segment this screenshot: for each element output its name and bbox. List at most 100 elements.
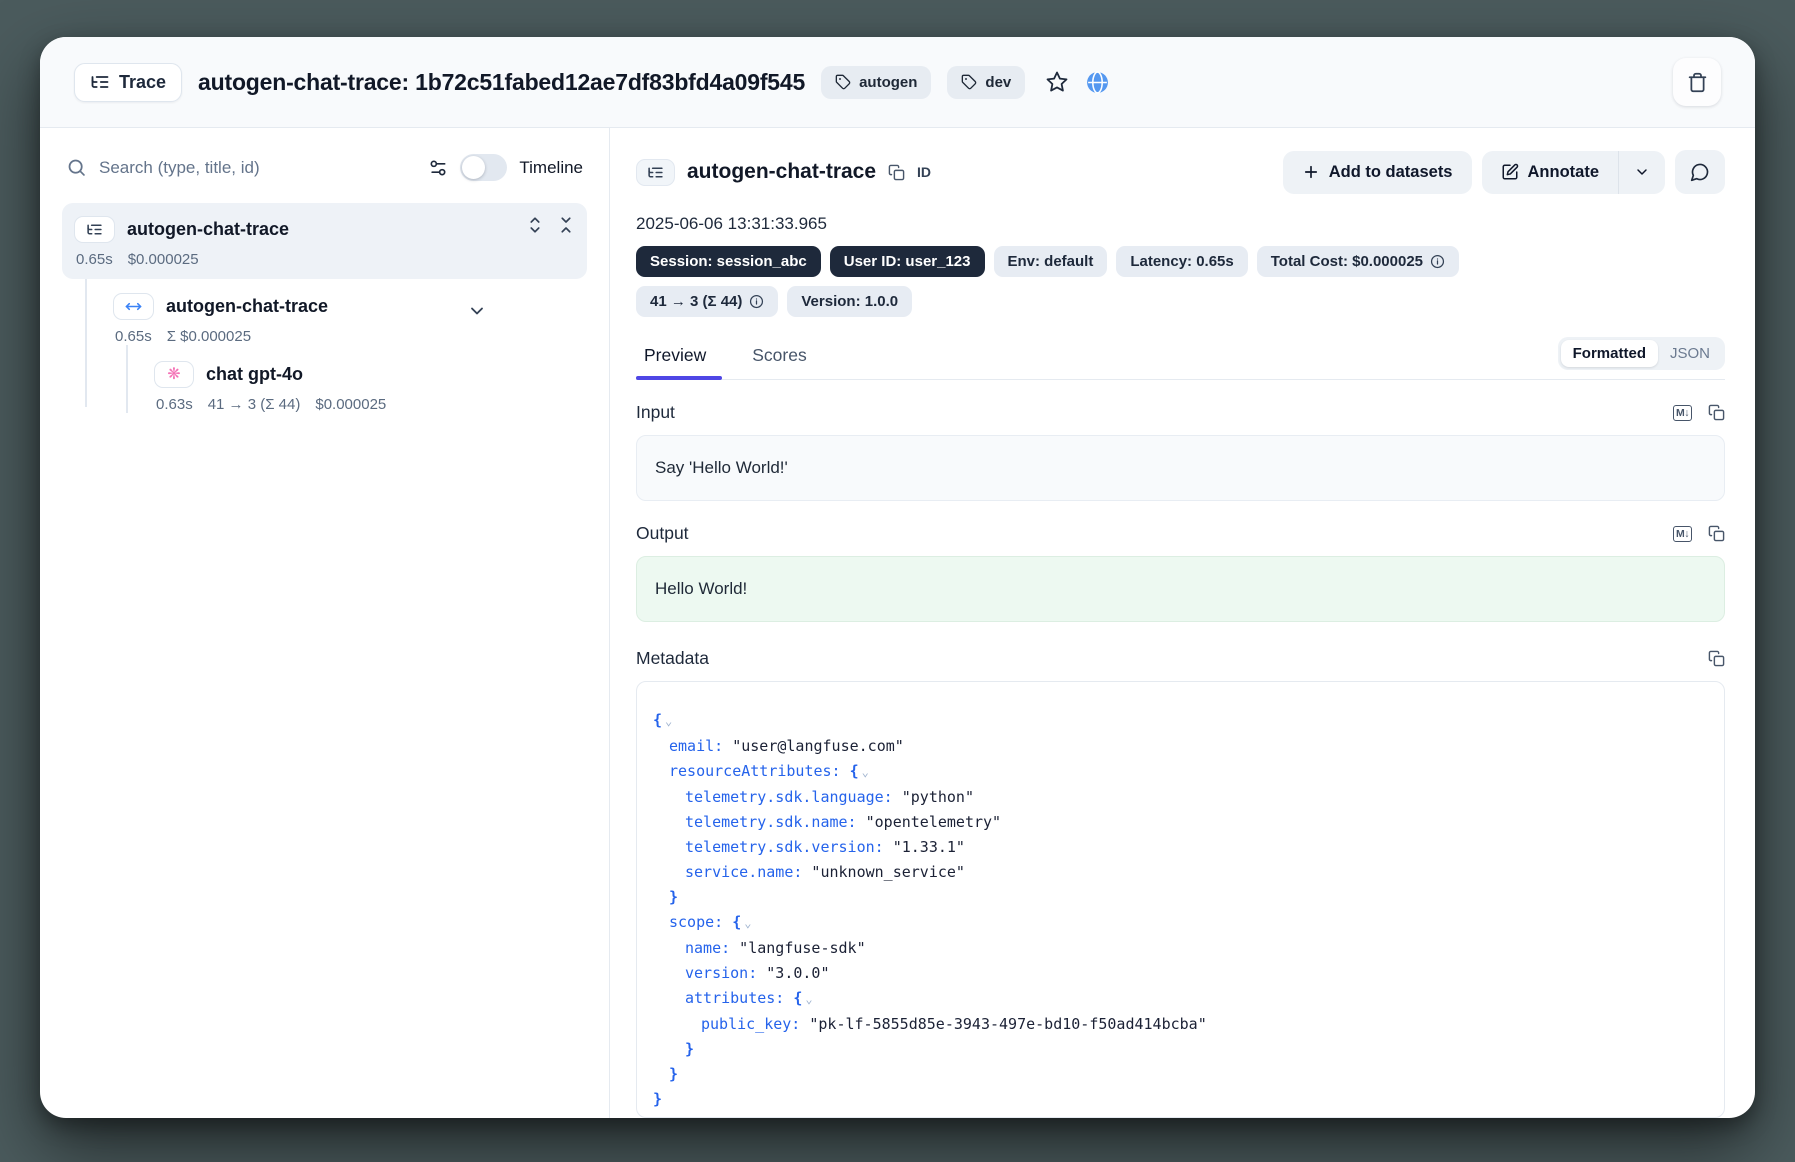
- node-duration: 0.63s: [156, 396, 193, 413]
- trace-timestamp: 2025-06-06 13:31:33.965: [636, 214, 1725, 234]
- chevron-down-icon[interactable]: [467, 301, 487, 321]
- collapse-chevron-icon[interactable]: ⌄: [805, 992, 812, 1006]
- info-icon[interactable]: [749, 294, 764, 309]
- node-cost: Σ $0.000025: [167, 328, 251, 345]
- annotate-split-button: Annotate: [1482, 151, 1666, 194]
- trace-type-badge: Trace: [74, 63, 182, 102]
- trace-detail-panel: autogen-chat-trace ID Add to datasets An…: [610, 128, 1755, 1118]
- list-tree-icon: [90, 72, 110, 92]
- collapse-all-icon[interactable]: [557, 216, 575, 234]
- json-brace: }: [669, 888, 678, 906]
- json-line: service.name: "unknown_service": [653, 860, 1708, 885]
- collapse-chevron-icon[interactable]: ⌄: [665, 714, 672, 728]
- json-line: telemetry.sdk.name: "opentelemetry": [653, 810, 1708, 835]
- format-json-option[interactable]: JSON: [1658, 340, 1722, 367]
- tree-node-span[interactable]: autogen-chat-trace 0.65s Σ $0.000025: [113, 293, 587, 413]
- json-line: scope: {⌄: [653, 910, 1708, 936]
- tag-icon: [961, 74, 977, 90]
- star-icon[interactable]: [1045, 70, 1069, 94]
- json-value: "python": [893, 788, 974, 806]
- json-key: name:: [685, 939, 730, 957]
- copy-metadata-icon[interactable]: [1708, 650, 1725, 667]
- tree-node-root[interactable]: autogen-chat-trace 0.65s $0.000025: [62, 203, 587, 279]
- json-line: telemetry.sdk.version: "1.33.1": [653, 835, 1708, 860]
- node-cost: $0.000025: [128, 251, 199, 268]
- format-formatted-option[interactable]: Formatted: [1561, 340, 1658, 367]
- plus-icon: [1302, 163, 1320, 181]
- tab-preview[interactable]: Preview: [636, 339, 722, 379]
- json-key: telemetry.sdk.language:: [685, 788, 893, 806]
- timeline-toggle[interactable]: [460, 154, 507, 181]
- json-line: name: "langfuse-sdk": [653, 936, 1708, 961]
- json-brace: }: [685, 1040, 694, 1058]
- json-key: telemetry.sdk.name:: [685, 813, 857, 831]
- json-key: public_key:: [701, 1015, 800, 1033]
- json-value: "user@langfuse.com": [723, 737, 904, 755]
- timeline-label: Timeline: [519, 158, 583, 178]
- output-section-header: Output M↓: [636, 523, 1725, 544]
- list-tree-icon: [647, 164, 664, 181]
- tree-node-generation[interactable]: ❋ chat gpt-4o 0.63s 41 → 3 (Σ 44) $0.000…: [154, 361, 587, 413]
- markdown-toggle-icon[interactable]: M↓: [1673, 526, 1692, 542]
- tag-autogen[interactable]: autogen: [821, 66, 931, 99]
- trace-badge-label: Trace: [119, 72, 166, 93]
- detail-tabs: Preview Scores Formatted JSON: [636, 337, 1725, 380]
- metadata-label: Metadata: [636, 648, 709, 669]
- id-toggle[interactable]: ID: [917, 164, 931, 180]
- input-section-header: Input M↓: [636, 402, 1725, 423]
- annotate-dropdown-button[interactable]: [1618, 151, 1665, 194]
- json-line: }: [653, 885, 1708, 910]
- user-badge[interactable]: User ID: user_123: [830, 246, 985, 277]
- expand-all-icon[interactable]: [526, 216, 544, 234]
- format-toggle: Formatted JSON: [1558, 337, 1725, 370]
- comment-bubble-icon: [1690, 162, 1710, 182]
- view-options-icon[interactable]: [428, 158, 448, 178]
- json-value: "1.33.1": [884, 838, 965, 856]
- markdown-toggle-icon[interactable]: M↓: [1673, 405, 1692, 421]
- json-value: "3.0.0": [757, 964, 829, 982]
- copy-id-icon[interactable]: [888, 164, 905, 181]
- public-globe-icon[interactable]: [1085, 70, 1110, 95]
- info-icon[interactable]: [1430, 254, 1445, 269]
- node-duration: 0.65s: [76, 251, 113, 268]
- delete-trace-button[interactable]: [1673, 58, 1721, 106]
- output-label: Output: [636, 523, 689, 544]
- annotate-button[interactable]: Annotate: [1482, 151, 1619, 194]
- search-icon: [66, 157, 87, 178]
- json-line: }: [653, 1062, 1708, 1087]
- json-brace: {: [653, 711, 662, 729]
- search-input[interactable]: [99, 158, 416, 178]
- tag-dev[interactable]: dev: [947, 66, 1025, 99]
- json-line: telemetry.sdk.language: "python": [653, 785, 1708, 810]
- json-line: }: [653, 1037, 1708, 1062]
- json-brace: }: [653, 1090, 662, 1108]
- json-line: version: "3.0.0": [653, 961, 1708, 986]
- json-brace: }: [669, 1065, 678, 1083]
- tree-node-label: autogen-chat-trace: [127, 219, 289, 240]
- json-line: }: [653, 1087, 1708, 1112]
- trace-tree: autogen-chat-trace 0.65s $0.000025: [62, 203, 587, 413]
- span-node-badge: [113, 293, 154, 320]
- json-line: {⌄: [653, 708, 1708, 734]
- tag-label: autogen: [859, 74, 917, 91]
- comments-button[interactable]: [1675, 150, 1725, 194]
- trace-badges-row: Session: session_abc User ID: user_123 E…: [636, 246, 1725, 277]
- window-header: Trace autogen-chat-trace: 1b72c51fabed12…: [40, 37, 1755, 128]
- trace-title: autogen-chat-trace: [687, 160, 876, 184]
- session-badge[interactable]: Session: session_abc: [636, 246, 821, 277]
- metadata-json: {⌄email: "user@langfuse.com"resourceAttr…: [636, 681, 1725, 1118]
- token-usage-badge: 41 → 3 (Σ 44): [636, 286, 778, 317]
- copy-output-icon[interactable]: [1708, 525, 1725, 542]
- tab-scores[interactable]: Scores: [744, 339, 822, 379]
- json-key: version:: [685, 964, 757, 982]
- json-key: email:: [669, 737, 723, 755]
- copy-input-icon[interactable]: [1708, 404, 1725, 421]
- tag-label: dev: [985, 74, 1011, 91]
- collapse-chevron-icon[interactable]: ⌄: [862, 765, 869, 779]
- collapse-chevron-icon[interactable]: ⌄: [744, 916, 751, 930]
- list-tree-icon: [86, 221, 103, 238]
- json-brace: {: [784, 989, 802, 1007]
- add-to-datasets-button[interactable]: Add to datasets: [1283, 151, 1472, 194]
- page-title: autogen-chat-trace: 1b72c51fabed12ae7df8…: [198, 69, 805, 96]
- json-value: "langfuse-sdk": [730, 939, 865, 957]
